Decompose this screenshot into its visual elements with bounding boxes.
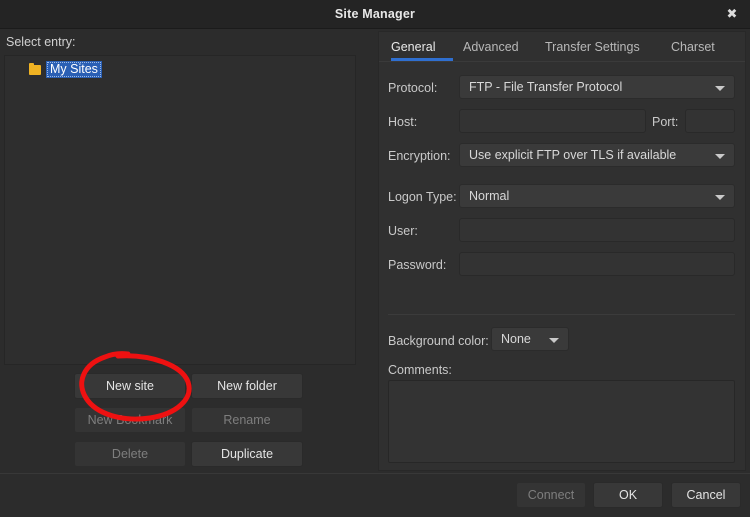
host-input[interactable] xyxy=(459,109,646,133)
connect-button: Connect xyxy=(516,482,586,508)
tab-advanced[interactable]: Advanced xyxy=(463,32,535,61)
window-title: Site Manager xyxy=(0,0,750,28)
titlebar: Site Manager ✖ xyxy=(0,0,750,29)
background-color-select[interactable]: None xyxy=(491,327,569,351)
tree-item-label: My Sites xyxy=(46,61,102,78)
background-color-value: None xyxy=(501,328,531,350)
chevron-down-icon xyxy=(549,338,559,343)
protocol-value: FTP - File Transfer Protocol xyxy=(469,76,622,98)
settings-tabbar: General Advanced Transfer Settings Chars… xyxy=(379,32,745,62)
site-manager-dialog: Site Manager ✖ Select entry: My Sites Ne… xyxy=(0,0,750,517)
new-folder-button[interactable]: New folder xyxy=(191,373,303,399)
user-input[interactable] xyxy=(459,218,735,242)
duplicate-button[interactable]: Duplicate xyxy=(191,441,303,467)
footer-divider xyxy=(0,473,750,474)
comments-textarea[interactable] xyxy=(388,380,735,463)
section-divider xyxy=(388,314,735,315)
tab-charset[interactable]: Charset xyxy=(671,32,731,61)
tree-item-my-sites[interactable]: My Sites xyxy=(29,61,102,78)
site-tree-panel[interactable]: My Sites xyxy=(4,55,356,365)
host-label: Host: xyxy=(388,114,417,130)
logon-type-select[interactable]: Normal xyxy=(459,184,735,208)
ok-button[interactable]: OK xyxy=(593,482,663,508)
protocol-select[interactable]: FTP - File Transfer Protocol xyxy=(459,75,735,99)
cancel-button[interactable]: Cancel xyxy=(671,482,741,508)
new-site-button[interactable]: New site xyxy=(74,373,186,399)
protocol-label: Protocol: xyxy=(388,80,437,96)
background-color-label: Background color: xyxy=(388,333,489,349)
close-icon[interactable]: ✖ xyxy=(720,3,744,25)
tab-general[interactable]: General xyxy=(391,32,453,61)
chevron-down-icon xyxy=(715,86,725,91)
user-label: User: xyxy=(388,223,418,239)
comments-label: Comments: xyxy=(388,362,452,378)
password-input[interactable] xyxy=(459,252,735,276)
encryption-select[interactable]: Use explicit FTP over TLS if available xyxy=(459,143,735,167)
folder-icon xyxy=(29,65,41,75)
tab-transfer-settings[interactable]: Transfer Settings xyxy=(545,32,661,61)
chevron-down-icon xyxy=(715,154,725,159)
logon-type-label: Logon Type: xyxy=(388,189,457,205)
encryption-value: Use explicit FTP over TLS if available xyxy=(469,144,676,166)
port-label: Port: xyxy=(652,114,678,130)
delete-button: Delete xyxy=(74,441,186,467)
password-label: Password: xyxy=(388,257,446,273)
encryption-label: Encryption: xyxy=(388,148,451,164)
select-entry-label: Select entry: xyxy=(6,35,75,49)
port-input[interactable] xyxy=(685,109,735,133)
chevron-down-icon xyxy=(715,195,725,200)
new-bookmark-button: New Bookmark xyxy=(74,407,186,433)
logon-type-value: Normal xyxy=(469,185,509,207)
rename-button: Rename xyxy=(191,407,303,433)
site-settings-panel: General Advanced Transfer Settings Chars… xyxy=(378,31,746,471)
